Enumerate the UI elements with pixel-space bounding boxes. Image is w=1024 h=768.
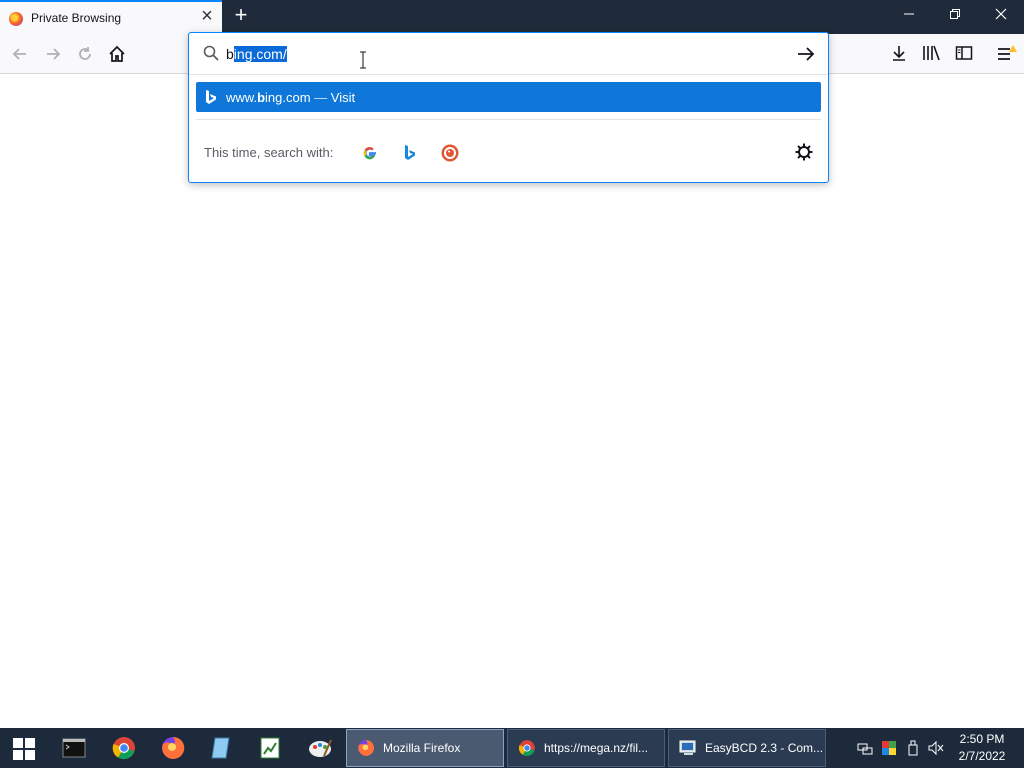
close-icon xyxy=(995,8,1007,20)
duckduckgo-search-button[interactable] xyxy=(440,143,460,163)
taskbar-terminal[interactable] xyxy=(60,734,88,762)
tab-title: Private Browsing xyxy=(31,11,122,25)
firefox-favicon-icon xyxy=(9,12,23,26)
sidebar-icon xyxy=(955,46,973,60)
taskbar-task-label: https://mega.nz/fil... xyxy=(544,741,649,755)
urlbar-popup: bing.com/ www.bing.com — Visit This time… xyxy=(188,32,829,183)
color-tray-icon[interactable] xyxy=(881,740,897,756)
bing-icon xyxy=(204,89,218,105)
forward-button[interactable] xyxy=(40,41,66,67)
restore-icon xyxy=(950,9,960,19)
home-icon xyxy=(109,45,125,62)
home-button[interactable] xyxy=(104,41,130,67)
urlbar-input-row[interactable]: bing.com/ xyxy=(189,33,828,75)
arrow-right-icon xyxy=(798,47,815,61)
minimize-icon xyxy=(904,13,914,15)
bing-icon xyxy=(405,145,415,160)
back-arrow-icon xyxy=(12,48,26,60)
paint-icon xyxy=(309,739,332,757)
text-cursor-icon xyxy=(359,51,367,69)
new-tab-button[interactable]: + xyxy=(230,4,252,28)
suggestion-action: Visit xyxy=(330,90,356,105)
network-tray-icon[interactable] xyxy=(857,740,873,756)
usb-drive-icon xyxy=(908,740,918,756)
downloads-button[interactable] xyxy=(890,44,910,62)
usb-tray-icon[interactable] xyxy=(905,740,921,756)
network-icon xyxy=(857,743,873,755)
title-bar: Private Browsing × + xyxy=(0,0,1024,34)
taskbar-chart-app[interactable] xyxy=(256,734,284,762)
urlbar-input[interactable]: bing.com/ xyxy=(226,46,287,62)
library-icon xyxy=(923,45,940,61)
reload-button[interactable] xyxy=(72,41,98,67)
suggestion-host-bold: b xyxy=(257,90,266,105)
taskbar-task-chrome[interactable]: https://mega.nz/fil... xyxy=(507,729,665,767)
google-search-button[interactable] xyxy=(360,143,380,163)
firefox-icon xyxy=(356,738,376,758)
taskbar-firefox[interactable] xyxy=(159,734,187,762)
search-icon xyxy=(203,45,219,61)
notepad-icon xyxy=(211,737,230,759)
google-icon xyxy=(363,147,376,160)
taskbar: Mozilla Firefox https://mega.nz/fil... E… xyxy=(0,728,1024,768)
system-clock[interactable]: 2:50 PM 2/7/2022 xyxy=(950,731,1014,765)
terminal-icon xyxy=(62,738,86,758)
gear-icon xyxy=(795,143,813,161)
bing-search-button[interactable] xyxy=(400,143,420,163)
start-button[interactable] xyxy=(13,738,35,760)
volume-tray-icon[interactable] xyxy=(928,740,944,756)
chart-app-icon xyxy=(260,737,280,759)
taskbar-task-label: Mozilla Firefox xyxy=(383,741,461,755)
reload-icon xyxy=(79,47,91,60)
suggestion-text: www.bing.com — Visit xyxy=(226,90,355,105)
taskbar-task-easybcd[interactable]: EasyBCD 2.3 - Com... xyxy=(668,729,826,767)
clock-time: 2:50 PM xyxy=(959,732,1005,746)
taskbar-paint[interactable] xyxy=(306,734,334,762)
color-app-icon xyxy=(882,741,896,755)
suggestion-separator: — xyxy=(310,90,331,105)
divider xyxy=(196,119,821,120)
windows-logo-icon xyxy=(13,738,35,760)
volume-muted-icon xyxy=(928,740,944,756)
taskbar-task-label: EasyBCD 2.3 - Com... xyxy=(705,741,824,755)
urlbar-typed-text: b xyxy=(226,46,234,62)
menu-icon xyxy=(998,45,1017,60)
app-menu-button[interactable] xyxy=(996,44,1017,62)
sidebar-button[interactable] xyxy=(955,44,975,62)
go-button[interactable] xyxy=(795,43,817,65)
urlbar-autofill-selection: ing.com/ xyxy=(233,46,287,62)
taskbar-chrome[interactable] xyxy=(110,734,138,762)
taskbar-task-firefox[interactable]: Mozilla Firefox xyxy=(346,729,504,767)
forward-arrow-icon xyxy=(47,48,61,60)
clock-date: 2/7/2022 xyxy=(958,749,1006,763)
easybcd-icon xyxy=(678,738,698,758)
tab-private-browsing[interactable]: Private Browsing × xyxy=(0,0,222,34)
taskbar-notepad[interactable] xyxy=(207,734,235,762)
download-icon xyxy=(893,46,905,61)
chrome-icon xyxy=(112,737,135,760)
restore-button[interactable] xyxy=(940,6,970,26)
suggestion-host-prefix: www. xyxy=(226,90,258,105)
library-button[interactable] xyxy=(922,44,942,62)
back-button[interactable] xyxy=(7,41,33,67)
oneoff-search-label: This time, search with: xyxy=(204,145,334,160)
suggestion-row-bing[interactable]: www.bing.com — Visit xyxy=(196,82,821,112)
duckduckgo-icon xyxy=(441,144,459,162)
suggestion-host-rest: ing.com xyxy=(265,90,311,105)
chrome-icon xyxy=(517,738,537,758)
tab-close-button[interactable]: × xyxy=(198,6,216,27)
search-settings-button[interactable] xyxy=(794,142,814,162)
firefox-icon xyxy=(162,736,185,759)
close-window-button[interactable] xyxy=(986,6,1016,26)
minimize-button[interactable] xyxy=(894,6,924,26)
